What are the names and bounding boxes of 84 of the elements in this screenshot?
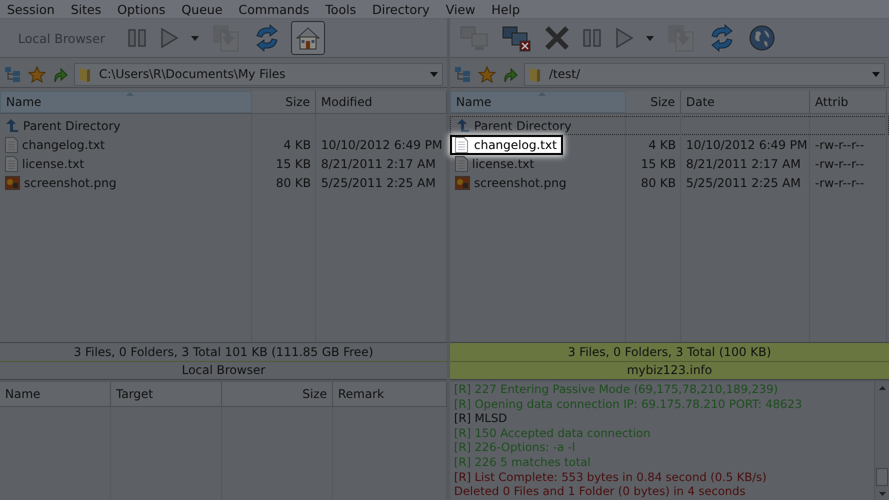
panel-caption: mybiz123.info (626, 363, 712, 378)
dropdown-caret-icon[interactable] (191, 36, 200, 40)
disconnect-computers-icon[interactable] (502, 24, 532, 52)
image-file-icon (455, 176, 470, 190)
menu-item[interactable]: Commands (230, 2, 318, 16)
log-line: Deleted 0 Files and 1 Folder (0 bytes) in 4 seconds (454, 484, 746, 499)
file-name[interactable]: Parent Directory (23, 118, 121, 132)
close-icon[interactable] (544, 25, 570, 51)
menu-item[interactable]: Queue (173, 2, 231, 16)
table-cell: 4 KB (283, 138, 311, 152)
file-name[interactable]: license.txt (22, 156, 84, 170)
table-cell: 80 KB (640, 176, 676, 190)
log-line: [R] 226 5 matches total (454, 454, 592, 470)
column-header[interactable]: Size (222, 382, 333, 406)
table-cell: 10/10/2012 6:49 PM (686, 138, 808, 152)
scroll-up-icon[interactable] (878, 386, 886, 390)
star-icon[interactable] (28, 66, 46, 82)
menu-item[interactable]: Directory (364, 2, 438, 16)
column-header[interactable]: Size (252, 91, 316, 113)
column-header[interactable]: Name (0, 382, 111, 406)
log-line: [R] 227 Entering Passive Mode (69,175,78,210,189,239) (454, 382, 780, 397)
dropdown-caret-icon[interactable] (646, 36, 654, 40)
scrollbar[interactable] (874, 382, 889, 500)
menu-item[interactable]: Help (483, 2, 528, 16)
table-cell: 80 KB (276, 176, 311, 190)
dropdown-caret-icon[interactable] (872, 72, 880, 76)
column-header[interactable]: Modified (316, 91, 447, 113)
table-cell: 10/10/2012 6:49 PM (321, 138, 442, 152)
file-name[interactable]: Parent Directory (474, 118, 572, 132)
path-field[interactable]: C:\Users\R\Documents\My Files (74, 62, 443, 86)
status-text: 3 Files, 0 Folders, 3 Total 101 KB (111.85 GB Free) (74, 344, 374, 359)
star-icon[interactable] (478, 66, 496, 82)
text-file-icon (5, 156, 18, 172)
dropdown-caret-icon[interactable] (430, 72, 438, 76)
table-cell: 8/21/2011 2:17 AM (321, 156, 436, 170)
menu-item[interactable]: Tools (317, 2, 364, 16)
file-name[interactable]: license.txt (472, 156, 534, 170)
panel-caption: Local Browser (182, 363, 266, 378)
table-cell: -rw-r--r-- (815, 138, 864, 152)
folder-icon (79, 66, 91, 82)
column-header[interactable]: Attrib (810, 91, 887, 113)
table-cell: -rw-r--r-- (815, 176, 864, 190)
table-cell: 5/25/2011 2:25 AM (321, 176, 436, 190)
scrollbar-thumb[interactable] (876, 468, 888, 486)
log-line: [R] MLSD (454, 411, 508, 426)
up-arrow-icon (456, 118, 470, 133)
menu-item[interactable]: Options (109, 2, 174, 16)
path-field[interactable]: /test/ (524, 62, 885, 86)
text-file-icon (455, 136, 468, 152)
text-file-icon (455, 156, 468, 172)
text-file-icon (5, 136, 18, 152)
up-arrow-icon (5, 118, 19, 133)
menu-item[interactable]: Session (0, 2, 63, 16)
table-cell: 4 KB (648, 138, 676, 152)
tree-view-icon[interactable] (4, 66, 22, 82)
column-header[interactable]: Size (626, 91, 681, 113)
log-line: [R] 226-Options: -a -l (454, 440, 576, 455)
menu-item[interactable]: Sites (62, 2, 110, 16)
column-header[interactable]: Name (450, 91, 626, 113)
table-cell: 15 KB (640, 156, 676, 170)
table-cell: 8/21/2011 2:17 AM (686, 156, 801, 170)
tree-view-icon[interactable] (454, 66, 472, 82)
status-text: 3 Files, 0 Folders, 3 Total (100 KB) (568, 344, 772, 359)
log-line: [R] 150 Accepted data connection (454, 426, 652, 440)
column-header[interactable]: Remark (333, 382, 447, 406)
column-header[interactable]: Name (0, 91, 252, 113)
file-name[interactable]: changelog.txt (22, 138, 105, 152)
scroll-down-icon[interactable] (878, 492, 886, 496)
column-header[interactable]: Date (681, 91, 810, 113)
file-name[interactable]: screenshot.png (474, 176, 566, 190)
globe-icon[interactable] (748, 24, 776, 52)
panel-title-label: Local Browser (17, 30, 106, 46)
up-arrow-icon[interactable] (52, 66, 68, 82)
table-cell: -rw-r--r-- (815, 156, 864, 170)
up-arrow-icon[interactable] (502, 66, 518, 82)
image-file-icon (5, 176, 20, 190)
table-cell: 5/25/2011 2:25 AM (686, 176, 801, 190)
folder-icon (529, 66, 541, 82)
log-line: [R] List Complete: 553 bytes in 0.84 second (0.5 KB/s) (454, 470, 768, 484)
menu-item[interactable]: View (438, 2, 484, 16)
file-name[interactable]: screenshot.png (24, 176, 116, 190)
column-header[interactable]: Target (111, 382, 222, 406)
log-line: [R] Opening data connection IP: 69.175.78.210 PORT: 48623 (454, 396, 804, 412)
table-cell: 15 KB (276, 156, 311, 170)
